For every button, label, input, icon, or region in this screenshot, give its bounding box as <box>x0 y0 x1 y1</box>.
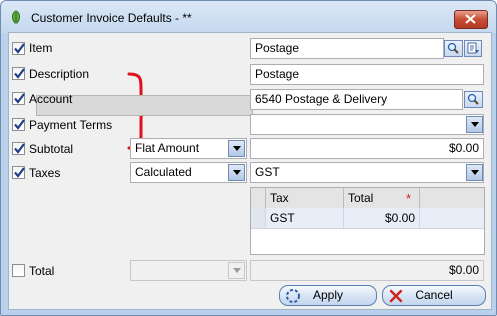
total-amount-field[interactable]: $0.00 <box>250 260 484 281</box>
dialog-window: Customer Invoice Defaults - ** Item Post… <box>0 0 497 316</box>
description-checkbox[interactable] <box>12 67 25 80</box>
tax-grid: Tax Total * GST $0.00 <box>250 187 485 255</box>
subtotal-mode-dropdown-button[interactable] <box>228 140 245 157</box>
item-field[interactable]: Postage <box>250 38 444 59</box>
cancel-button[interactable]: Cancel <box>382 285 486 306</box>
cancel-x-icon <box>389 289 403 303</box>
checkmark-icon <box>14 167 25 178</box>
payment-terms-dropdown-button[interactable] <box>466 116 483 133</box>
account-checkbox[interactable] <box>12 92 25 105</box>
chevron-down-icon <box>233 146 241 151</box>
chevron-down-icon <box>471 122 479 127</box>
subtotal-amount-field[interactable]: $0.00 <box>250 138 484 159</box>
taxes-label: Taxes <box>29 166 61 180</box>
payment-terms-checkbox[interactable] <box>12 118 25 131</box>
account-label: Account <box>29 92 73 106</box>
payment-terms-label: Payment Terms <box>29 118 113 132</box>
column-header-tax[interactable]: Tax <box>266 188 344 208</box>
required-marker: * <box>406 191 412 206</box>
total-checkbox[interactable] <box>12 264 25 277</box>
checkmark-icon <box>14 68 25 79</box>
taxes-checkbox[interactable] <box>12 166 25 179</box>
checkmark-icon <box>14 119 25 130</box>
column-header-total[interactable]: Total * <box>344 188 420 208</box>
document-icon <box>467 42 479 54</box>
cancel-button-label: Cancel <box>415 288 453 302</box>
close-icon <box>465 14 476 24</box>
app-leaf-icon <box>12 10 20 24</box>
total-label: Total <box>29 264 55 278</box>
total-mode-dropdown-button[interactable] <box>228 262 245 279</box>
apply-button[interactable]: Apply <box>279 285 377 306</box>
magnifier-icon <box>467 93 479 105</box>
description-label: Description <box>29 67 90 81</box>
tax-code-select[interactable]: GST <box>250 162 484 183</box>
item-details-button[interactable] <box>464 40 482 57</box>
magnifier-icon <box>447 42 459 54</box>
title-bar[interactable]: Customer Invoice Defaults - ** <box>1 1 496 33</box>
item-checkbox[interactable] <box>12 42 25 55</box>
row-selector[interactable] <box>251 208 266 228</box>
tax-code-dropdown-button[interactable] <box>466 164 483 181</box>
checkmark-icon <box>14 43 25 54</box>
row-header-corner <box>251 188 266 208</box>
subtotal-label: Subtotal <box>29 142 74 156</box>
apply-button-label: Apply <box>312 288 344 302</box>
item-search-button[interactable] <box>444 40 463 57</box>
account-search-button[interactable] <box>464 91 483 108</box>
table-row[interactable]: GST $0.00 <box>251 208 484 229</box>
apply-spinner-icon <box>286 289 300 303</box>
tax-grid-header: Tax Total * <box>251 188 484 209</box>
item-label: Item <box>29 41 53 55</box>
tax-cell[interactable]: GST <box>266 208 344 228</box>
description-field[interactable]: Postage <box>250 64 484 85</box>
chevron-down-icon <box>471 170 479 175</box>
column-header-total-label: Total <box>348 191 374 205</box>
subtotal-checkbox[interactable] <box>12 142 25 155</box>
chevron-down-icon <box>233 268 241 273</box>
close-button[interactable] <box>454 10 488 29</box>
chevron-down-icon <box>233 170 241 175</box>
window-title: Customer Invoice Defaults - ** <box>31 11 192 25</box>
account-field[interactable]: 6540 Postage & Delivery <box>250 89 463 110</box>
total-cell[interactable]: $0.00 <box>344 208 420 228</box>
dialog-body: Item Postage Description Postage Account… <box>8 32 492 310</box>
taxes-mode-dropdown-button[interactable] <box>228 164 245 181</box>
payment-terms-select[interactable] <box>250 114 484 135</box>
checkmark-icon <box>14 143 25 154</box>
checkmark-icon <box>14 93 25 104</box>
